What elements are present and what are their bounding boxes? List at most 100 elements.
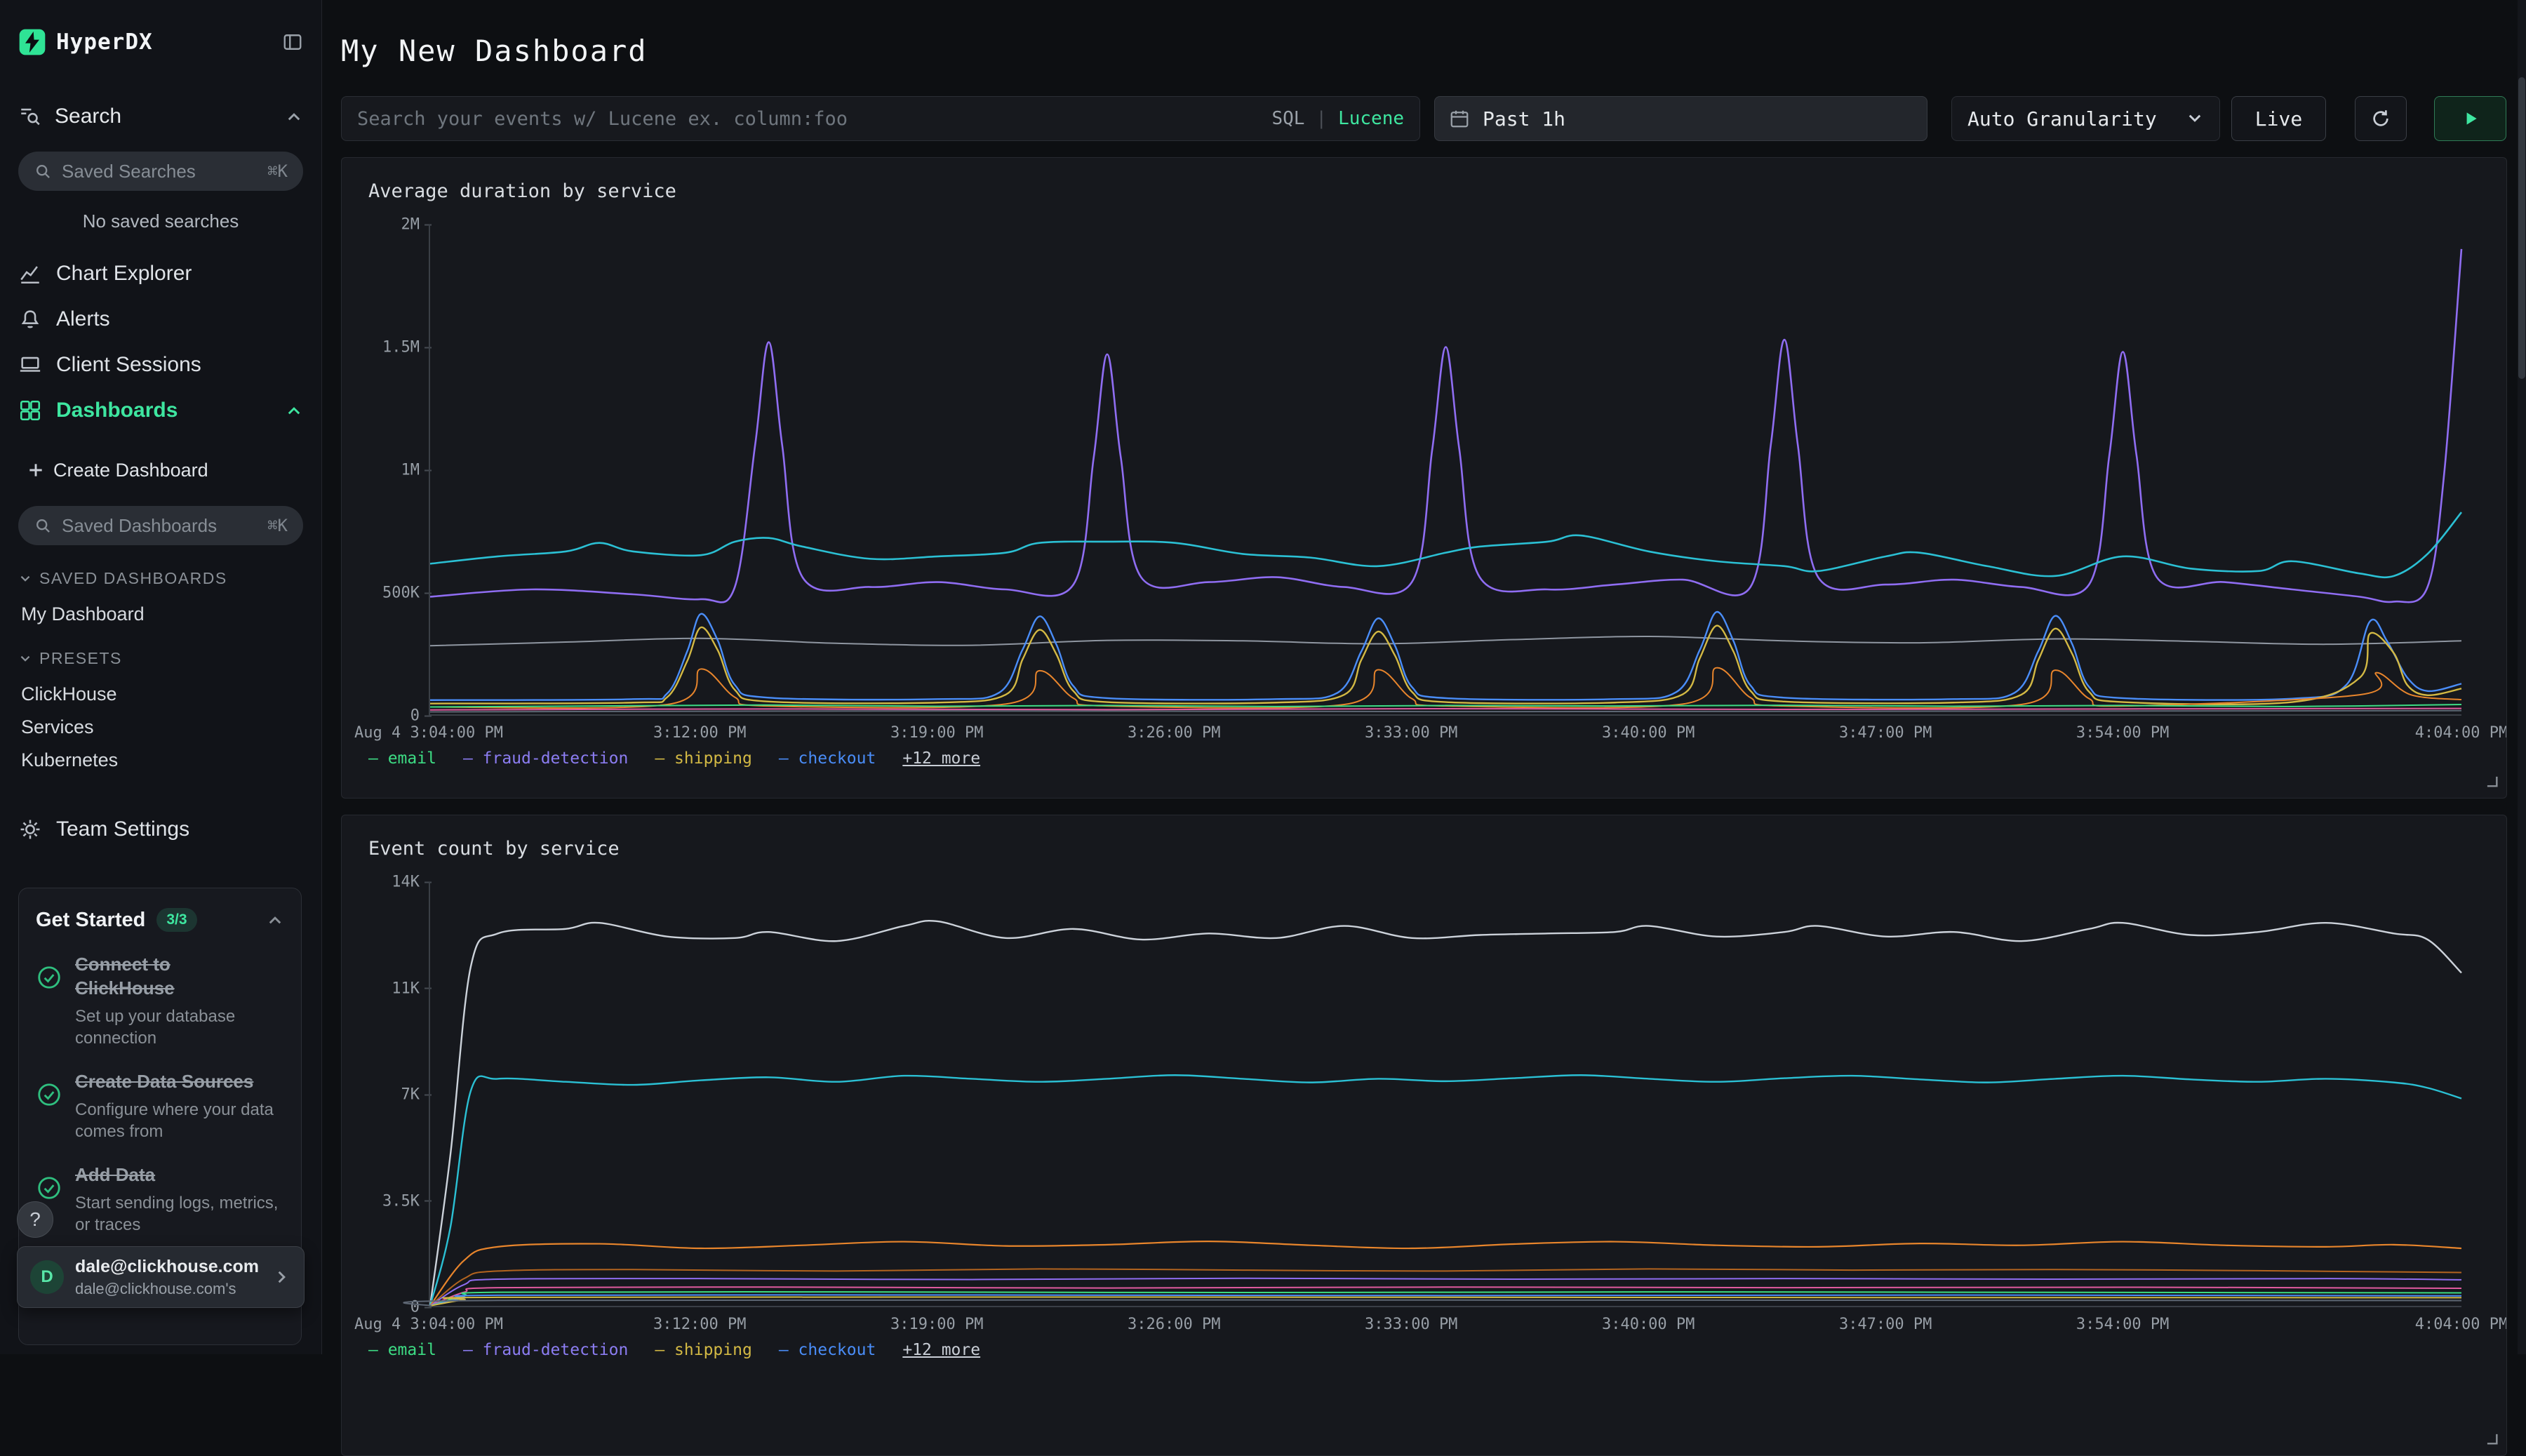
granularity-dropdown[interactable]: Auto Granularity	[1951, 96, 2220, 141]
preset-link-services[interactable]: Services	[18, 711, 303, 744]
user-email: dale@clickhouse.com	[75, 1257, 259, 1277]
sidebar-item-chart-explorer[interactable]: Chart Explorer	[18, 251, 303, 296]
y-axis: 03.5K7K11K14K	[368, 882, 429, 1307]
refresh-button[interactable]	[2355, 96, 2407, 141]
chart-line-email	[430, 1292, 2461, 1306]
x-tick-label: 3:19:00 PM	[890, 1316, 983, 1333]
x-axis: Aug 4 3:04:00 PM3:12:00 PM3:19:00 PM3:26…	[429, 1307, 2461, 1333]
live-button[interactable]: Live	[2231, 96, 2326, 141]
calendar-icon	[1449, 108, 1470, 129]
x-tick-label: 3:26:00 PM	[1128, 724, 1220, 742]
create-dashboard-button[interactable]: Create Dashboard	[18, 454, 303, 486]
chevron-up-icon[interactable]	[285, 107, 303, 126]
sidebar-item-search[interactable]: Search	[18, 101, 303, 132]
chart-line-other-slate	[403, 1300, 2461, 1306]
step-desc: Set up your database connection	[75, 1006, 284, 1049]
laptop-icon	[18, 353, 42, 377]
y-tick-label: 1.5M	[382, 339, 432, 356]
create-dashboard-label: Create Dashboard	[53, 460, 208, 481]
preset-link-clickhouse[interactable]: ClickHouse	[18, 678, 303, 711]
step-title: Connect to ClickHouse	[75, 953, 265, 1001]
time-range-value: Past 1h	[1483, 107, 1565, 131]
legend-item-fraud-detection[interactable]: — fraud-detection	[463, 749, 628, 768]
presets-section-header[interactable]: PRESETS	[18, 649, 303, 668]
main-content: My New Dashboard Search your events w/ L…	[322, 0, 2526, 1354]
get-started-step[interactable]: Create Data Sources Configure where your…	[36, 1070, 284, 1142]
user-menu[interactable]: D dale@clickhouse.com dale@clickhouse.co…	[17, 1246, 305, 1308]
sql-mode-toggle[interactable]: SQL	[1271, 108, 1304, 129]
x-tick-label: 3:54:00 PM	[2076, 1316, 2169, 1333]
get-started-step[interactable]: Add Data Start sending logs, metrics, or…	[36, 1163, 284, 1236]
check-circle-icon	[36, 964, 62, 991]
y-axis: 0500K1M1.5M2M	[368, 225, 429, 716]
resize-handle-icon[interactable]	[2484, 1431, 2499, 1450]
scrollbar-thumb[interactable]	[2518, 77, 2525, 379]
y-tick-label: 2M	[401, 216, 432, 234]
x-tick-label: 3:12:00 PM	[653, 724, 746, 742]
dashboards-grid-icon	[18, 399, 42, 422]
chart-line-other-gray	[430, 636, 2461, 646]
sidebar-item-alerts[interactable]: Alerts	[18, 296, 303, 342]
x-axis: Aug 4 3:04:00 PM3:12:00 PM3:19:00 PM3:26…	[429, 716, 2461, 741]
chart-legend: — email — fraud-detection — shipping — chec…	[368, 1341, 2480, 1359]
sidebar-item-dashboards[interactable]: Dashboards	[18, 387, 303, 433]
user-org: dale@clickhouse.com's	[75, 1280, 259, 1298]
legend-item-email[interactable]: — email	[368, 1341, 436, 1359]
chevron-up-icon[interactable]	[285, 401, 303, 420]
resize-handle-icon[interactable]	[2484, 773, 2499, 792]
chart-svg	[430, 225, 2461, 714]
x-tick-label: Aug 4 3:04:00 PM	[354, 1316, 503, 1333]
plot-area	[429, 882, 2461, 1307]
chart-panel-event-count: Event count by service 03.5K7K11K14K Aug…	[341, 815, 2507, 1456]
legend-more-link[interactable]: +12 more	[902, 1341, 980, 1359]
step-title: Add Data	[75, 1163, 265, 1187]
sidebar-item-label: Chart Explorer	[56, 262, 192, 286]
refresh-icon	[2370, 107, 2392, 130]
saved-searches-placeholder: Saved Searches	[62, 161, 196, 182]
brand[interactable]: HyperDX	[18, 28, 153, 56]
search-section-label: Search	[55, 105, 121, 128]
legend-item-fraud-detection[interactable]: — fraud-detection	[463, 1341, 628, 1359]
legend-item-email[interactable]: — email	[368, 749, 436, 768]
help-button[interactable]: ?	[17, 1201, 53, 1238]
legend-item-checkout[interactable]: — checkout	[779, 1341, 876, 1359]
run-query-button[interactable]	[2434, 96, 2506, 141]
saved-dashboard-link[interactable]: My Dashboard	[18, 603, 303, 625]
x-tick-label: 3:33:00 PM	[1365, 724, 1457, 742]
team-settings-label: Team Settings	[56, 817, 189, 841]
gear-icon	[18, 817, 42, 841]
legend-item-shipping[interactable]: — shipping	[655, 749, 751, 768]
saved-dashboards-input[interactable]: Saved Dashboards ⌘K	[18, 506, 303, 545]
panel-title: Event count by service	[368, 838, 2480, 860]
sidebar: HyperDX Search Saved Searches ⌘K No save…	[0, 0, 322, 1354]
hyperdx-logo-icon	[18, 28, 46, 56]
y-tick-label: 1M	[401, 462, 432, 479]
time-range-picker[interactable]: Past 1h	[1434, 96, 1927, 141]
check-circle-icon	[36, 1081, 62, 1108]
get-started-progress-badge: 3/3	[156, 908, 196, 932]
sidebar-item-client-sessions[interactable]: Client Sessions	[18, 342, 303, 387]
search-icon	[34, 162, 52, 180]
legend-more-link[interactable]: +12 more	[902, 749, 980, 768]
check-circle-icon	[36, 1175, 62, 1201]
sidebar-nav: Chart Explorer Alerts Client Sessions Da…	[18, 251, 303, 433]
get-started-step[interactable]: Connect to ClickHouse Set up your databa…	[36, 953, 284, 1049]
legend-item-checkout[interactable]: — checkout	[779, 749, 876, 768]
x-tick-label: 3:47:00 PM	[1839, 724, 1932, 742]
saved-dashboards-section-header[interactable]: SAVED DASHBOARDS	[18, 569, 303, 588]
chart-line-fraud-detection	[430, 249, 2461, 602]
saved-searches-input[interactable]: Saved Searches ⌘K	[18, 152, 303, 191]
preset-link-kubernetes[interactable]: Kubernetes	[18, 744, 303, 777]
chevron-down-icon	[18, 572, 32, 586]
sidebar-item-label: Dashboards	[56, 399, 178, 422]
event-search-input[interactable]: Search your events w/ Lucene ex. column:…	[341, 96, 1420, 141]
chevron-up-icon[interactable]	[266, 911, 284, 929]
legend-item-shipping[interactable]: — shipping	[655, 1341, 751, 1359]
chart: 03.5K7K11K14K	[368, 882, 2480, 1307]
panel-title: Average duration by service	[368, 180, 2480, 202]
collapse-sidebar-icon[interactable]	[282, 32, 303, 53]
sidebar-item-team-settings[interactable]: Team Settings	[18, 817, 303, 841]
plus-icon	[27, 461, 45, 479]
lucene-mode-toggle[interactable]: Lucene	[1338, 108, 1404, 129]
get-started-title: Get Started	[36, 909, 145, 932]
